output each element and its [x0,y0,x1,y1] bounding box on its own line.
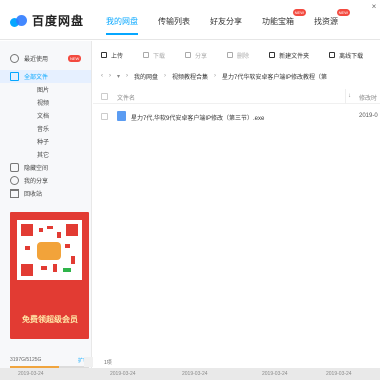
sidebar-item-videos[interactable]: 视频 [0,96,91,109]
sidebar-item-recent[interactable]: 最近使用 NEW [0,52,91,65]
sidebar-item-other[interactable]: 其它 [0,148,91,161]
table-row[interactable]: 星力7代,华软9代安卓客户端IP修改（第三节）.exe 2019-0 [93,106,380,126]
download-icon [143,52,150,58]
row-checkbox[interactable] [101,113,108,120]
column-header: 文件名 ↓ 修改时 [93,89,380,104]
clock-icon [10,54,19,63]
sidebar-item-my-shares[interactable]: 我的分享 [0,174,91,187]
share-icon [10,176,19,185]
app-title: 百度网盘 [32,14,85,28]
folder-plus-icon [269,52,276,58]
share-button[interactable]: 分享 [185,51,207,60]
taskbar-strip: 2019-03-24 2019-03-24 2019-03-24 2019-03… [0,368,380,380]
tab-find-resources[interactable]: 找资源 NEW [314,9,350,27]
promo-text: 免费领超级会员 [22,315,78,324]
share-icon [185,52,192,58]
breadcrumb-item[interactable]: 星力7代华软安卓客户端IP修改教程（第 [222,72,327,81]
toolbar: 上传 下载 分享 删除 新建文件夹 离线下载 [93,45,380,65]
breadcrumb-item[interactable]: 视频教程合集 [172,72,208,81]
file-name[interactable]: 星力7代,华软9代安卓客户端IP修改（第三节）.exe [131,113,264,122]
tab-friend-share[interactable]: 好友分享 [210,16,242,27]
close-icon[interactable]: × [368,0,380,14]
download-button[interactable]: 下载 [143,51,165,60]
promo-banner[interactable]: 免费领超级会员 [10,212,89,339]
strip-date: 2019-03-24 [110,371,136,377]
trash-icon [227,52,234,58]
column-modified-time[interactable]: 修改时 [359,93,377,102]
tab-my-drive[interactable]: 我的网盘 [106,16,138,35]
strip-date: 2019-03-24 [326,371,352,377]
forward-arrow-icon[interactable]: › [109,73,111,79]
new-badge: NEW [292,9,306,16]
item-count: 1项 [104,360,112,366]
breadcrumb: ‹ › ▾ › 我的网盘 › 视频教程合集 › 星力7代华软安卓客户端IP修改教… [93,67,380,85]
upload-icon [101,52,107,58]
main-nav: 我的网盘 传输列表 好友分享 功能宝箱 NEW 找资源 NEW [106,9,358,35]
strip-date: 2019-03-24 [18,371,44,377]
breadcrumb-item[interactable]: 我的网盘 [134,72,158,81]
qr-code-icon [17,220,82,280]
lock-icon [10,163,19,172]
sidebar-item-music[interactable]: 音乐 [0,122,91,135]
file-icon [10,72,19,81]
tab-transfers[interactable]: 传输列表 [158,16,190,27]
trash-icon [10,189,19,198]
new-badge: NEW [68,55,82,62]
sort-arrow-icon[interactable]: ↓ [348,93,351,99]
chevron-right-icon: › [126,73,129,79]
upload-button[interactable]: 上传 [101,51,123,60]
exe-file-icon [117,111,126,121]
column-name[interactable]: 文件名 [117,93,135,102]
sidebar-item-hidden-space[interactable]: 隐藏空间 [0,161,91,174]
title-bar: 百度网盘 我的网盘 传输列表 好友分享 功能宝箱 NEW 找资源 NEW × [0,0,380,40]
chevron-right-icon: › [214,73,217,79]
select-all-checkbox[interactable] [101,93,108,100]
column-divider [345,89,346,104]
chevron-right-icon: › [164,73,167,79]
file-modified-time: 2019-0 [359,113,378,119]
back-arrow-icon[interactable]: ‹ [101,73,103,79]
sidebar-item-images[interactable]: 图片 [0,83,91,96]
storage-usage: 3197G/5125G [10,357,42,363]
strip-date: 2019-03-24 [182,371,208,377]
cloud-logo-icon [10,14,28,28]
delete-button[interactable]: 删除 [227,51,249,60]
sidebar-item-torrents[interactable]: 种子 [0,135,91,148]
tab-toolbox[interactable]: 功能宝箱 NEW [262,9,306,27]
sidebar-item-recycle-bin[interactable]: 回收站 [0,187,91,200]
sidebar-item-docs[interactable]: 文档 [0,109,91,122]
offline-download-button[interactable]: 离线下载 [329,51,363,60]
strip-date: 2019-03-24 [262,371,288,377]
offline-download-icon [329,52,336,58]
new-badge: NEW [336,9,350,16]
sidebar-item-all-files[interactable]: 全部文件 [0,70,91,83]
scrollbar[interactable] [84,357,93,367]
new-folder-button[interactable]: 新建文件夹 [269,51,309,60]
chevron-down-icon[interactable]: ▾ [117,73,120,80]
app-logo: 百度网盘 [10,12,84,29]
